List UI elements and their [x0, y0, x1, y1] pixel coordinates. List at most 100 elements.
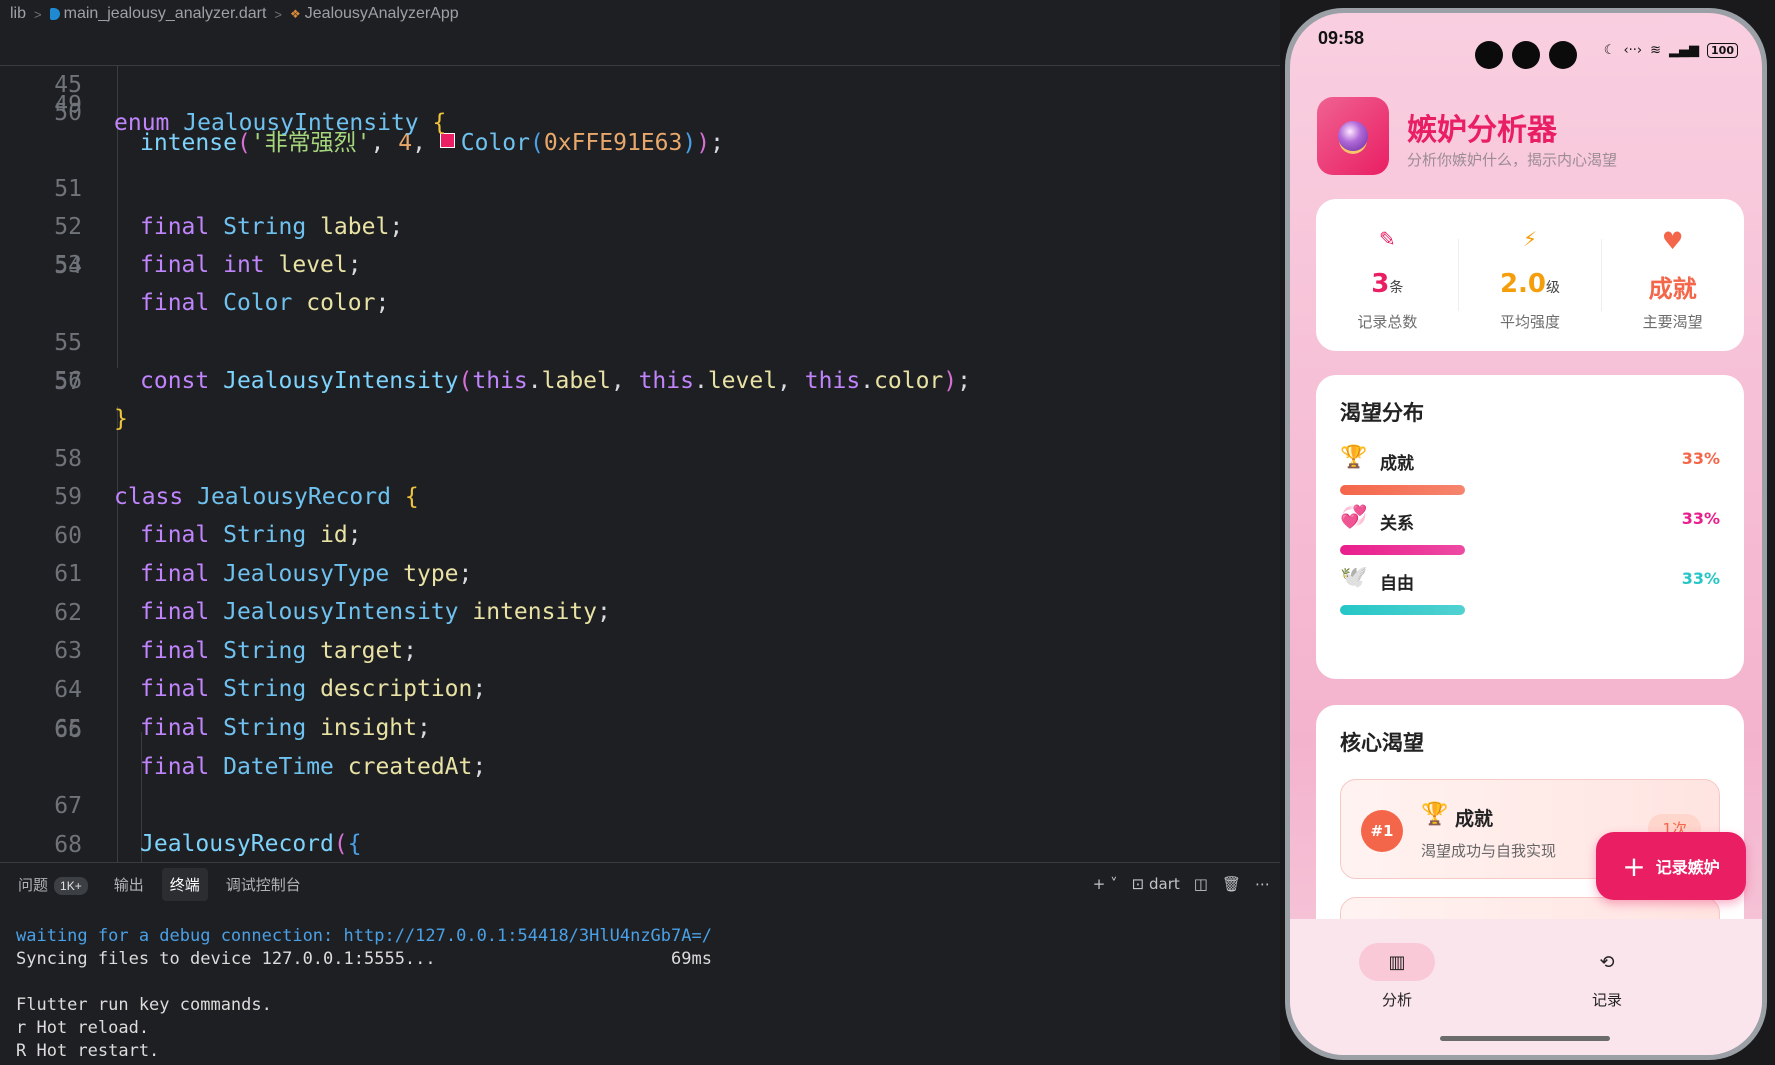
desire-emoji-icon: 💞	[1340, 505, 1368, 530]
bottom-panel: 问题 1K+ 输出 终端 调试控制台 + ˅ ⊡ dart ◫ 🗑 ⋯ waiti…	[0, 862, 1280, 1065]
distribution-bar	[1340, 545, 1465, 555]
code-line[interactable]: 66	[0, 711, 1280, 749]
code-line[interactable]: 60 final JealousyType type;	[0, 479, 1280, 587]
code-line[interactable]: 61 final JealousyIntensity intensity;	[0, 517, 1280, 625]
bolt-icon: ⚡	[1522, 227, 1538, 251]
code-line[interactable]: 57	[0, 363, 1280, 401]
distribution-label: 自由	[1380, 574, 1414, 594]
line-number: 66	[54, 717, 82, 743]
distribution-label: 成就	[1380, 454, 1414, 474]
keyword: enum	[114, 110, 170, 136]
sticky-scroll-line[interactable]: 45 enum JealousyIntensity {	[0, 28, 1280, 136]
signal-icon: ▂▄▆	[1669, 43, 1700, 58]
code-line[interactable]: 64 final String insight;	[0, 633, 1280, 741]
breadcrumb-root[interactable]: lib	[10, 5, 26, 23]
debug-url-link[interactable]: http://127.0.0.1:54418/3HlU4nzGb7A=/	[344, 926, 712, 946]
code-line[interactable]: 63 final String description;	[0, 594, 1280, 702]
breadcrumb-file[interactable]: main_jealousy_analyzer.dart	[49, 5, 266, 23]
split-terminal-icon[interactable]: ◫	[1194, 875, 1208, 893]
brace: {	[432, 110, 447, 136]
panel-tabs: 问题 1K+ 输出 终端 调试控制台	[0, 863, 1280, 905]
stat-value: 3条	[1371, 269, 1404, 299]
chevron-right-icon: >	[274, 6, 282, 22]
code-line[interactable]: 53 final Color color;	[0, 208, 1280, 316]
status-icons: ☾ ‹··› ≋ ▂▄▆ 100	[1604, 43, 1738, 58]
crystal-ball-icon	[1338, 121, 1368, 151]
data-transfer-icon: ‹··›	[1623, 43, 1643, 58]
code-line[interactable]: 65 final DateTime createdAt;	[0, 672, 1280, 780]
tab-terminal[interactable]: 终端	[161, 867, 208, 901]
desire-emoji-icon: 🕊️	[1340, 565, 1368, 590]
nav-item-analysis[interactable]: ▥ 分析	[1347, 943, 1447, 1010]
record-jealousy-button[interactable]: + 记录嫉妒	[1596, 832, 1746, 900]
breadcrumb: lib > main_jealousy_analyzer.dart > ❖ Jea…	[0, 0, 1280, 28]
bottom-navigation: ▥ 分析 ⟲ 记录	[1290, 919, 1762, 1055]
distribution-row: 💞 关系 33%	[1340, 505, 1720, 565]
tab-debug-console[interactable]: 调试控制台	[218, 868, 309, 901]
screen-root: lib > main_jealousy_analyzer.dart > ❖ Jea…	[0, 0, 1775, 1065]
terminal-icon: ⊡	[1131, 875, 1145, 893]
line-number: 57	[54, 369, 82, 395]
terminal-line: waiting for a debug connection: http://1…	[16, 925, 712, 948]
dart-file-icon	[49, 7, 60, 20]
stat-label: 记录总数	[1357, 313, 1418, 331]
code-line[interactable]: 62 final String target;	[0, 556, 1280, 664]
chart-icon: ▥	[1359, 943, 1435, 981]
code-line[interactable]: 52 final int level;	[0, 170, 1280, 278]
camera-icon	[1475, 41, 1503, 69]
section-title: 渴望分布	[1340, 401, 1424, 425]
app-subtitle: 分析你嫉妒什么，揭示内心渴望	[1407, 151, 1618, 169]
distribution-label: 关系	[1380, 514, 1414, 534]
terminal-text: waiting for a debug connection:	[16, 926, 344, 946]
terminal-output[interactable]: waiting for a debug connection: http://1…	[16, 925, 712, 1063]
code-line[interactable]: 54	[0, 247, 1280, 285]
desire-name: 成就	[1455, 808, 1494, 830]
code-editor[interactable]: lib > main_jealousy_analyzer.dart > ❖ Jea…	[0, 0, 1280, 862]
tab-label: 问题	[18, 876, 49, 894]
distribution-row: 🕊️ 自由 33%	[1340, 565, 1720, 625]
fab-label: 记录嫉妒	[1655, 858, 1720, 877]
trash-icon[interactable]: 🗑	[1222, 875, 1241, 893]
distribution-bar	[1340, 485, 1465, 495]
plus-icon: +	[1622, 849, 1646, 883]
trophy-icon: 🏆	[1421, 802, 1449, 827]
battery-icon: 100	[1707, 43, 1738, 58]
distribution-percent: 33%	[1681, 509, 1720, 528]
phone-screen: 09:58 ☾ ‹··› ≋ ▂▄▆ 100 嫉妒分析器 分析你嫉妒什么，揭示内…	[1290, 13, 1762, 1055]
breadcrumb-symbol-label: JealousyAnalyzerApp	[304, 5, 459, 22]
distribution-row: 🏆 成就 33%	[1340, 445, 1720, 505]
distribution-percent: 33%	[1681, 449, 1720, 468]
moon-icon: ☾	[1603, 43, 1616, 58]
nav-label: 分析	[1381, 991, 1412, 1009]
breadcrumb-symbol[interactable]: ❖ JealousyAnalyzerApp	[290, 5, 459, 23]
chevron-right-icon: >	[34, 6, 42, 22]
code-line[interactable]: 58 class JealousyRecord {	[0, 402, 1280, 510]
line-number: 54	[54, 253, 82, 279]
status-time: 09:58	[1318, 27, 1365, 48]
terminal-line: Flutter run key commands.	[16, 995, 272, 1015]
nav-item-records[interactable]: ⟲ 记录	[1557, 943, 1657, 1010]
distribution-percent: 33%	[1681, 569, 1720, 588]
tab-output[interactable]: 输出	[106, 868, 152, 901]
terminal-line: Syncing files to device 127.0.0.1:5555..…	[16, 949, 712, 969]
code-line[interactable]: 59 final String id;	[0, 440, 1280, 548]
home-indicator[interactable]	[1440, 1036, 1610, 1041]
more-icon[interactable]: ⋯	[1255, 875, 1270, 893]
code-line[interactable]: 68 required this.id,	[0, 788, 1280, 858]
stat-main-desire: ♥ 成就 主要渴望	[1601, 199, 1744, 351]
desire-emoji-icon: 🏆	[1340, 445, 1368, 470]
code-line[interactable]: 67 JealousyRecord({	[0, 749, 1280, 857]
terminal-line: R Hot restart.	[16, 1041, 160, 1061]
stats-card: ✎ 3条 记录总数 ⚡ 2.0级 平均强度 ♥ 成就 主要渴望	[1316, 199, 1744, 351]
code-line[interactable]: 56 }	[0, 324, 1280, 432]
code-line[interactable]: 55 const JealousyIntensity(this.label, t…	[0, 286, 1280, 394]
class-symbol-icon: ❖	[290, 7, 301, 21]
tab-problems[interactable]: 问题 1K+	[10, 868, 96, 901]
distribution-bar	[1340, 605, 1465, 615]
problems-count-badge: 1K+	[54, 876, 88, 895]
add-terminal-icon[interactable]: + ˅	[1093, 875, 1118, 893]
terminal-instance[interactable]: ⊡ dart	[1132, 875, 1180, 893]
stat-total-records: ✎ 3条 记录总数	[1316, 199, 1459, 351]
camera-icon	[1549, 41, 1577, 69]
code-line[interactable]: 69 required this.type,	[0, 827, 1280, 862]
